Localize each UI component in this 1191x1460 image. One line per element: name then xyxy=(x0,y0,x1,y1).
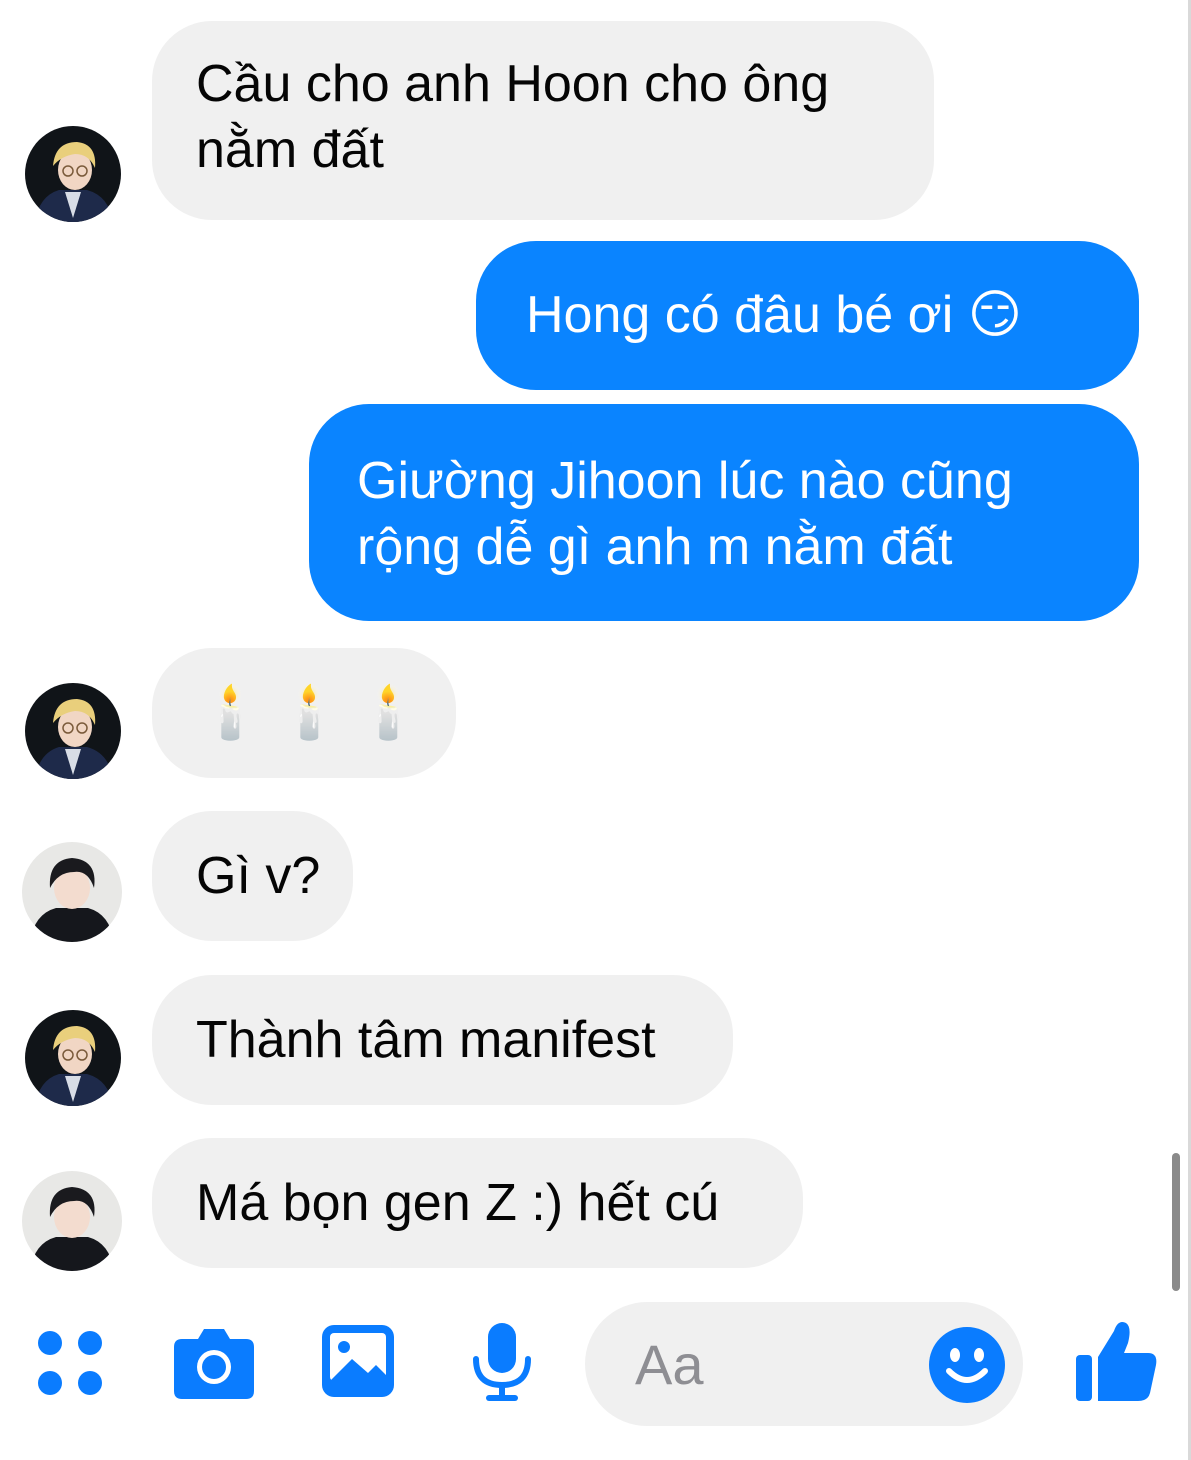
message-bubble-incoming[interactable]: Gì v? xyxy=(152,811,353,941)
camera-icon[interactable] xyxy=(172,1323,256,1401)
message-text: Thành tâm manifest xyxy=(196,1011,656,1069)
message-bubble-incoming[interactable]: Cầu cho anh Hoon cho ông nằm đất xyxy=(152,21,934,220)
avatar-blond[interactable] xyxy=(25,126,121,222)
microphone-icon[interactable] xyxy=(470,1321,534,1405)
message-composer[interactable] xyxy=(585,1302,1023,1426)
message-input[interactable] xyxy=(633,1330,917,1398)
apps-icon[interactable] xyxy=(36,1329,106,1399)
message-text: Gì v? xyxy=(196,847,321,905)
candle-emojis: 🕯️ 🕯️ 🕯️ xyxy=(198,684,422,742)
scrollbar[interactable] xyxy=(1172,1153,1180,1291)
message-bubble-incoming[interactable]: Thành tâm manifest xyxy=(152,975,733,1105)
thumbs-up-icon[interactable] xyxy=(1074,1317,1160,1403)
message-bubble-incoming[interactable]: 🕯️ 🕯️ 🕯️ xyxy=(152,648,456,778)
composer-toolbar xyxy=(0,1295,1191,1460)
message-bubble-outgoing[interactable]: Giường Jihoon lúc nào cũng rộng dễ gì an… xyxy=(309,404,1139,621)
message-bubble-outgoing[interactable]: Hong có đâu bé ơi 😏 xyxy=(476,241,1139,390)
message-text: Cầu cho anh Hoon cho ông xyxy=(196,55,830,113)
message-bubble-incoming[interactable]: Má bọn gen Z :) hết cú xyxy=(152,1138,803,1268)
avatar-dark-hair[interactable] xyxy=(22,842,122,942)
avatar-dark-hair[interactable] xyxy=(22,1171,122,1271)
avatar-blond[interactable] xyxy=(25,683,121,779)
avatar-blond[interactable] xyxy=(25,1010,121,1106)
message-text: rộng dễ gì anh m nằm đất xyxy=(357,518,953,576)
message-text: Má bọn gen Z :) hết cú xyxy=(196,1174,720,1232)
image-icon[interactable] xyxy=(320,1323,396,1399)
smiley-icon[interactable] xyxy=(927,1325,1007,1405)
message-text: nằm đất xyxy=(196,121,384,179)
message-text: Hong có đâu bé ơi 😏 xyxy=(526,286,1022,344)
message-text: Giường Jihoon lúc nào cũng xyxy=(357,452,1013,510)
